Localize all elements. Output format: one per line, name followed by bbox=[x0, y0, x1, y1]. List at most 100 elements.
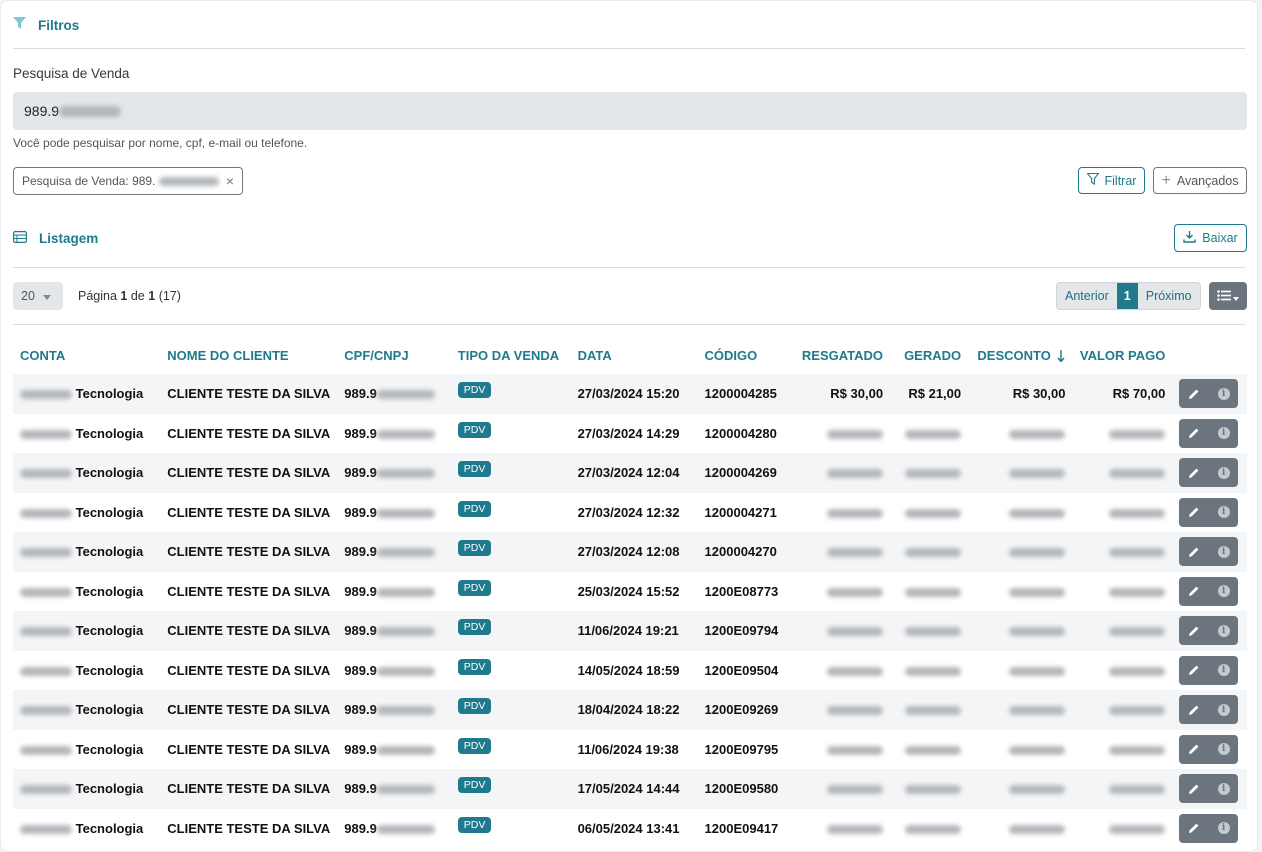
cell-valor bbox=[1072, 730, 1172, 770]
table-body: Tecnologia CLIENTE TESTE DA SILVA 989.9 PDV… bbox=[13, 374, 1247, 848]
column-header-desconto[interactable]: DESCONTO bbox=[968, 337, 1072, 374]
cell-gerado bbox=[890, 809, 968, 849]
cpf-value: 989.9 bbox=[344, 425, 377, 441]
info-button[interactable]: i bbox=[1217, 427, 1230, 440]
cell-data: 11/06/2024 19:38 bbox=[577, 741, 679, 757]
edit-button[interactable] bbox=[1188, 388, 1200, 400]
table-row[interactable]: Tecnologia CLIENTE TESTE DA SILVA 989.9 PDV… bbox=[13, 690, 1247, 730]
sales-panel: Filtros Pesquisa de Venda 989.9 Você pod… bbox=[0, 0, 1258, 852]
edit-button[interactable] bbox=[1188, 585, 1200, 597]
view-options-button[interactable] bbox=[1209, 282, 1247, 310]
cell-actions: i bbox=[1172, 453, 1247, 493]
redacted-block bbox=[376, 745, 435, 755]
info-icon: i bbox=[1217, 822, 1230, 835]
edit-button[interactable] bbox=[1188, 625, 1200, 637]
info-button[interactable]: i bbox=[1217, 664, 1230, 677]
cell-codigo: 1200004270 bbox=[704, 544, 777, 560]
edit-button[interactable] bbox=[1188, 822, 1200, 834]
cell-codigo: 1200E09504 bbox=[704, 662, 779, 678]
edit-button[interactable] bbox=[1188, 743, 1200, 755]
column-header-valor[interactable]: VALOR PAGO bbox=[1072, 337, 1172, 374]
table-row[interactable]: Tecnologia CLIENTE TESTE DA SILVA 989.9 PDV… bbox=[13, 572, 1247, 612]
cpf-value: 989.9 bbox=[344, 820, 377, 836]
edit-button[interactable] bbox=[1188, 783, 1200, 795]
info-icon: i bbox=[1217, 466, 1230, 479]
sort-arrow-icon bbox=[1054, 348, 1066, 363]
redacted-block bbox=[827, 508, 884, 518]
table-row[interactable]: Tecnologia CLIENTE TESTE DA SILVA 989.9 PDV… bbox=[13, 730, 1247, 770]
cell-actions: i bbox=[1172, 730, 1247, 770]
cpf-value: 989.9 bbox=[344, 623, 377, 639]
redacted-block bbox=[1009, 469, 1066, 479]
edit-button[interactable] bbox=[1188, 704, 1200, 716]
info-button[interactable]: i bbox=[1217, 466, 1230, 479]
cell-gerado bbox=[890, 690, 968, 730]
edit-button[interactable] bbox=[1188, 506, 1200, 518]
table-row[interactable]: Tecnologia CLIENTE TESTE DA SILVA 989.9 PDV… bbox=[13, 453, 1247, 493]
edit-button[interactable] bbox=[1188, 427, 1200, 439]
info-button[interactable]: i bbox=[1217, 703, 1230, 716]
filters-header[interactable]: Filtros bbox=[13, 17, 79, 33]
cell-data: 14/05/2024 18:59 bbox=[577, 662, 680, 678]
cell-resgatado bbox=[795, 572, 890, 612]
redacted-block bbox=[1009, 587, 1066, 597]
info-button[interactable]: i bbox=[1217, 387, 1230, 400]
table-row[interactable]: Tecnologia CLIENTE TESTE DA SILVA 989.9 PDV… bbox=[13, 809, 1247, 849]
cell-valor bbox=[1072, 453, 1172, 493]
filter-button[interactable]: Filtrar bbox=[1078, 167, 1145, 194]
table-row[interactable]: Tecnologia CLIENTE TESTE DA SILVA 989.9 PDV… bbox=[13, 493, 1247, 533]
advanced-button[interactable]: + Avançados bbox=[1153, 167, 1247, 194]
info-icon: i bbox=[1217, 545, 1230, 558]
column-header-cpf[interactable]: CPF/CNPJ bbox=[337, 337, 451, 374]
redacted-block bbox=[1109, 508, 1166, 518]
column-header-codigo[interactable]: CÓDIGO bbox=[698, 337, 795, 374]
edit-button[interactable] bbox=[1188, 467, 1200, 479]
table-row[interactable]: Tecnologia CLIENTE TESTE DA SILVA 989.9 PDV… bbox=[13, 374, 1247, 414]
pencil-icon bbox=[1188, 625, 1200, 637]
info-button[interactable]: i bbox=[1217, 585, 1230, 598]
pencil-icon bbox=[1188, 467, 1200, 479]
cell-conta: Tecnologia bbox=[13, 414, 160, 454]
table-row[interactable]: Tecnologia CLIENTE TESTE DA SILVA 989.9 PDV… bbox=[13, 414, 1247, 454]
cell-actions: i bbox=[1172, 611, 1247, 651]
table-row[interactable]: Tecnologia CLIENTE TESTE DA SILVA 989.9 PDV… bbox=[13, 769, 1247, 809]
next-page-button[interactable]: Próximo bbox=[1137, 283, 1200, 309]
info-icon: i bbox=[1217, 743, 1230, 756]
column-header-tipo[interactable]: TIPO DA VENDA bbox=[451, 337, 571, 374]
column-header-nome[interactable]: NOME DO CLIENTE bbox=[160, 337, 337, 374]
cell-codigo: 1200004269 bbox=[704, 465, 777, 481]
table-row[interactable]: Tecnologia CLIENTE TESTE DA SILVA 989.9 PDV… bbox=[13, 611, 1247, 651]
redacted-block bbox=[905, 587, 962, 597]
column-header-gerado[interactable]: GERADO bbox=[890, 337, 968, 374]
edit-button[interactable] bbox=[1188, 546, 1200, 558]
redacted-block bbox=[905, 706, 962, 716]
desconto-value: R$ 30,00 bbox=[1012, 386, 1066, 402]
edit-button[interactable] bbox=[1188, 664, 1200, 676]
cell-resgatado bbox=[795, 730, 890, 770]
conta-name: Tecnologia bbox=[75, 465, 144, 481]
info-icon: i bbox=[1217, 624, 1230, 637]
info-button[interactable]: i bbox=[1217, 545, 1230, 558]
redacted-block bbox=[827, 706, 884, 716]
cell-data: 27/03/2024 12:32 bbox=[577, 504, 680, 520]
previous-page-button[interactable]: Anterior bbox=[1057, 283, 1117, 309]
search-input[interactable]: 989.9 bbox=[13, 92, 1247, 130]
info-button[interactable]: i bbox=[1217, 506, 1230, 519]
column-header-data[interactable]: DATA bbox=[571, 337, 698, 374]
table-row[interactable]: Tecnologia CLIENTE TESTE DA SILVA 989.9 PDV… bbox=[13, 651, 1247, 691]
column-header-conta[interactable]: CONTA bbox=[13, 337, 160, 374]
filter-icon bbox=[1085, 172, 1100, 188]
redacted-block bbox=[1109, 745, 1166, 755]
info-button[interactable]: i bbox=[1217, 822, 1230, 835]
table-row[interactable]: Tecnologia CLIENTE TESTE DA SILVA 989.9 PDV… bbox=[13, 532, 1247, 572]
info-button[interactable]: i bbox=[1217, 624, 1230, 637]
chip-remove-button[interactable]: × bbox=[226, 173, 234, 189]
column-header-resgatado[interactable]: RESGATADO bbox=[795, 337, 890, 374]
info-button[interactable]: i bbox=[1217, 743, 1230, 756]
info-button[interactable]: i bbox=[1217, 782, 1230, 795]
cell-nome: CLIENTE TESTE DA SILVA bbox=[167, 781, 331, 797]
redacted-block bbox=[827, 587, 884, 597]
page-size-select[interactable]: 20 bbox=[13, 282, 63, 310]
page-1-button[interactable]: 1 bbox=[1116, 283, 1138, 309]
download-button[interactable]: Baixar bbox=[1174, 224, 1247, 252]
